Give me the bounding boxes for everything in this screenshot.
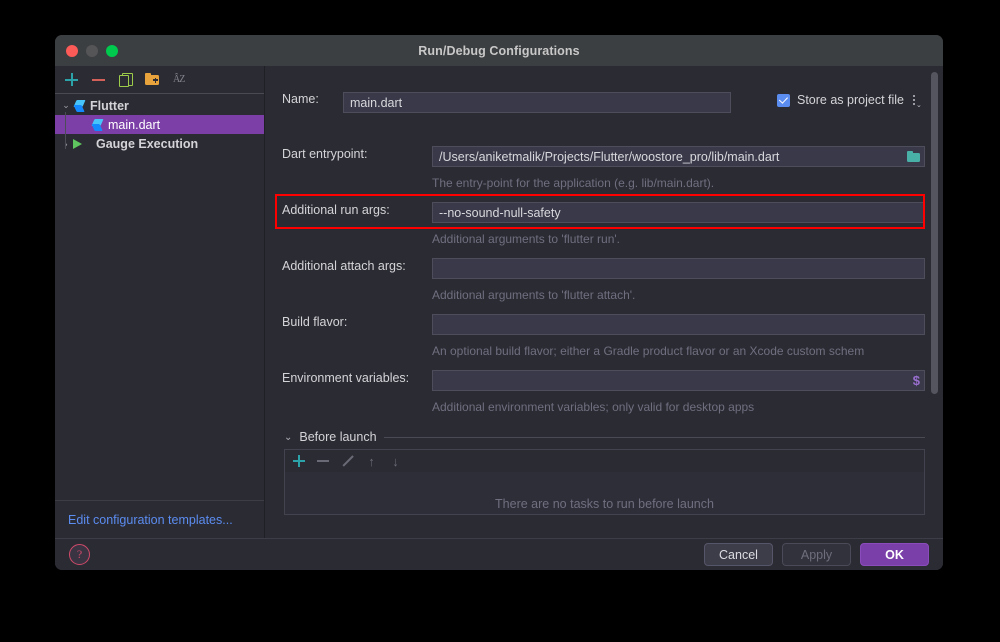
play-icon [73,138,91,149]
store-as-project-file-row[interactable]: Store as project file ⌄ [777,93,922,109]
flutter-logo-icon [73,99,86,112]
additional-run-args-value: --no-sound-null-safety [439,205,561,220]
before-launch-empty-text: There are no tasks to run before launch [495,497,714,511]
tree-item-label: main.dart [108,117,161,132]
environment-variables-input[interactable]: $ [432,370,925,391]
sidebar-toolbar: ÂZ [55,66,264,94]
help-icon[interactable]: ? [69,544,90,565]
dart-entrypoint-value: /Users/aniketmalik/Projects/Flutter/woos… [439,149,780,164]
tree-item-label: Flutter [90,98,129,113]
name-label: Name: [282,92,319,106]
tree-item-label: Gauge Execution [96,136,199,151]
move-task-down-icon[interactable]: ↓ [389,455,402,468]
build-flavor-input[interactable] [432,314,925,335]
browse-folder-icon[interactable] [907,151,920,162]
build-flavor-row: Build flavor: [282,315,347,329]
apply-button[interactable]: Apply [782,543,851,566]
dart-entrypoint-label: Dart entrypoint: [282,147,368,161]
additional-attach-args-row: Additional attach args: [282,259,406,273]
dialog-footer: ? Cancel Apply OK [55,538,943,570]
store-as-project-file-checkbox[interactable] [777,93,790,107]
additional-run-args-hint: Additional arguments to 'flutter run'. [432,232,621,246]
chevron-down-icon[interactable]: ⌄ [284,432,292,443]
copy-configuration-icon[interactable] [118,72,133,87]
tree-guide-line [65,112,66,149]
additional-attach-args-input[interactable] [432,258,925,279]
configurations-sidebar: ÂZ ⌄ Flutter main.dart › Gauge Executio… [55,66,265,538]
section-divider [383,436,925,438]
dart-entrypoint-row: Dart entrypoint: [282,147,367,161]
macro-dollar-icon[interactable]: $ [913,373,920,388]
configuration-form-panel: Name: main.dart Store as project file ⌄ … [265,66,943,538]
name-input[interactable]: main.dart [343,92,731,113]
sort-configurations-icon[interactable]: ÂZ [173,72,188,87]
remove-task-icon[interactable] [317,455,330,468]
configurations-tree: ⌄ Flutter main.dart › Gauge Execution [55,94,264,500]
additional-run-args-input[interactable]: --no-sound-null-safety [432,202,925,223]
chevron-right-icon[interactable]: › [59,139,73,149]
run-debug-configurations-dialog: Run/Debug Configurations ÂZ ⌄ Flutter m… [55,35,943,570]
additional-attach-args-label: Additional attach args: [282,259,406,273]
ok-button[interactable]: OK [860,543,929,566]
chevron-down-icon[interactable]: ⌄ [59,100,73,111]
dart-entrypoint-hint: The entry-point for the application (e.g… [432,176,715,190]
dialog-action-buttons: Cancel Apply OK [704,543,929,566]
edit-task-icon[interactable] [341,455,354,468]
environment-variables-hint: Additional environment variables; only v… [432,400,755,414]
tree-item-gauge-execution[interactable]: › Gauge Execution [55,134,264,153]
name-row: Name: [282,92,319,106]
more-options-icon[interactable]: ⌄ [911,93,922,109]
before-launch-title: Before launch [299,430,377,444]
flutter-logo-icon [91,118,104,131]
add-configuration-icon[interactable] [64,72,79,87]
before-launch-header[interactable]: ⌄ Before launch [284,430,925,444]
dart-entrypoint-input[interactable]: /Users/aniketmalik/Projects/Flutter/woos… [432,146,925,167]
before-launch-toolbar: ↑ ↓ [284,449,925,472]
form-scrollbar[interactable] [931,72,938,394]
tree-item-flutter[interactable]: ⌄ Flutter [55,96,264,115]
store-as-project-file-label: Store as project file [797,93,904,107]
environment-variables-row: Environment variables: [282,371,409,385]
dialog-body: ÂZ ⌄ Flutter main.dart › Gauge Executio… [55,66,943,538]
tree-item-main-dart[interactable]: main.dart [55,115,264,134]
additional-run-args-label: Additional run args: [282,203,390,217]
window-titlebar: Run/Debug Configurations [55,35,943,66]
environment-variables-label: Environment variables: [282,371,410,385]
window-title: Run/Debug Configurations [418,43,580,58]
additional-run-args-row: Additional run args: [282,203,390,217]
remove-configuration-icon[interactable] [91,72,106,87]
build-flavor-label: Build flavor: [282,315,348,329]
add-task-icon[interactable] [293,454,306,468]
build-flavor-hint: An optional build flavor; either a Gradl… [432,344,865,358]
cancel-button[interactable]: Cancel [704,543,773,566]
sidebar-footer: Edit configuration templates... [55,500,264,538]
new-folder-icon[interactable] [145,72,161,87]
move-task-up-icon[interactable]: ↑ [365,455,378,468]
before-launch-task-list[interactable]: There are no tasks to run before launch [284,472,925,515]
edit-configuration-templates-link[interactable]: Edit configuration templates... [68,513,233,527]
additional-attach-args-hint: Additional arguments to 'flutter attach'… [432,288,636,302]
